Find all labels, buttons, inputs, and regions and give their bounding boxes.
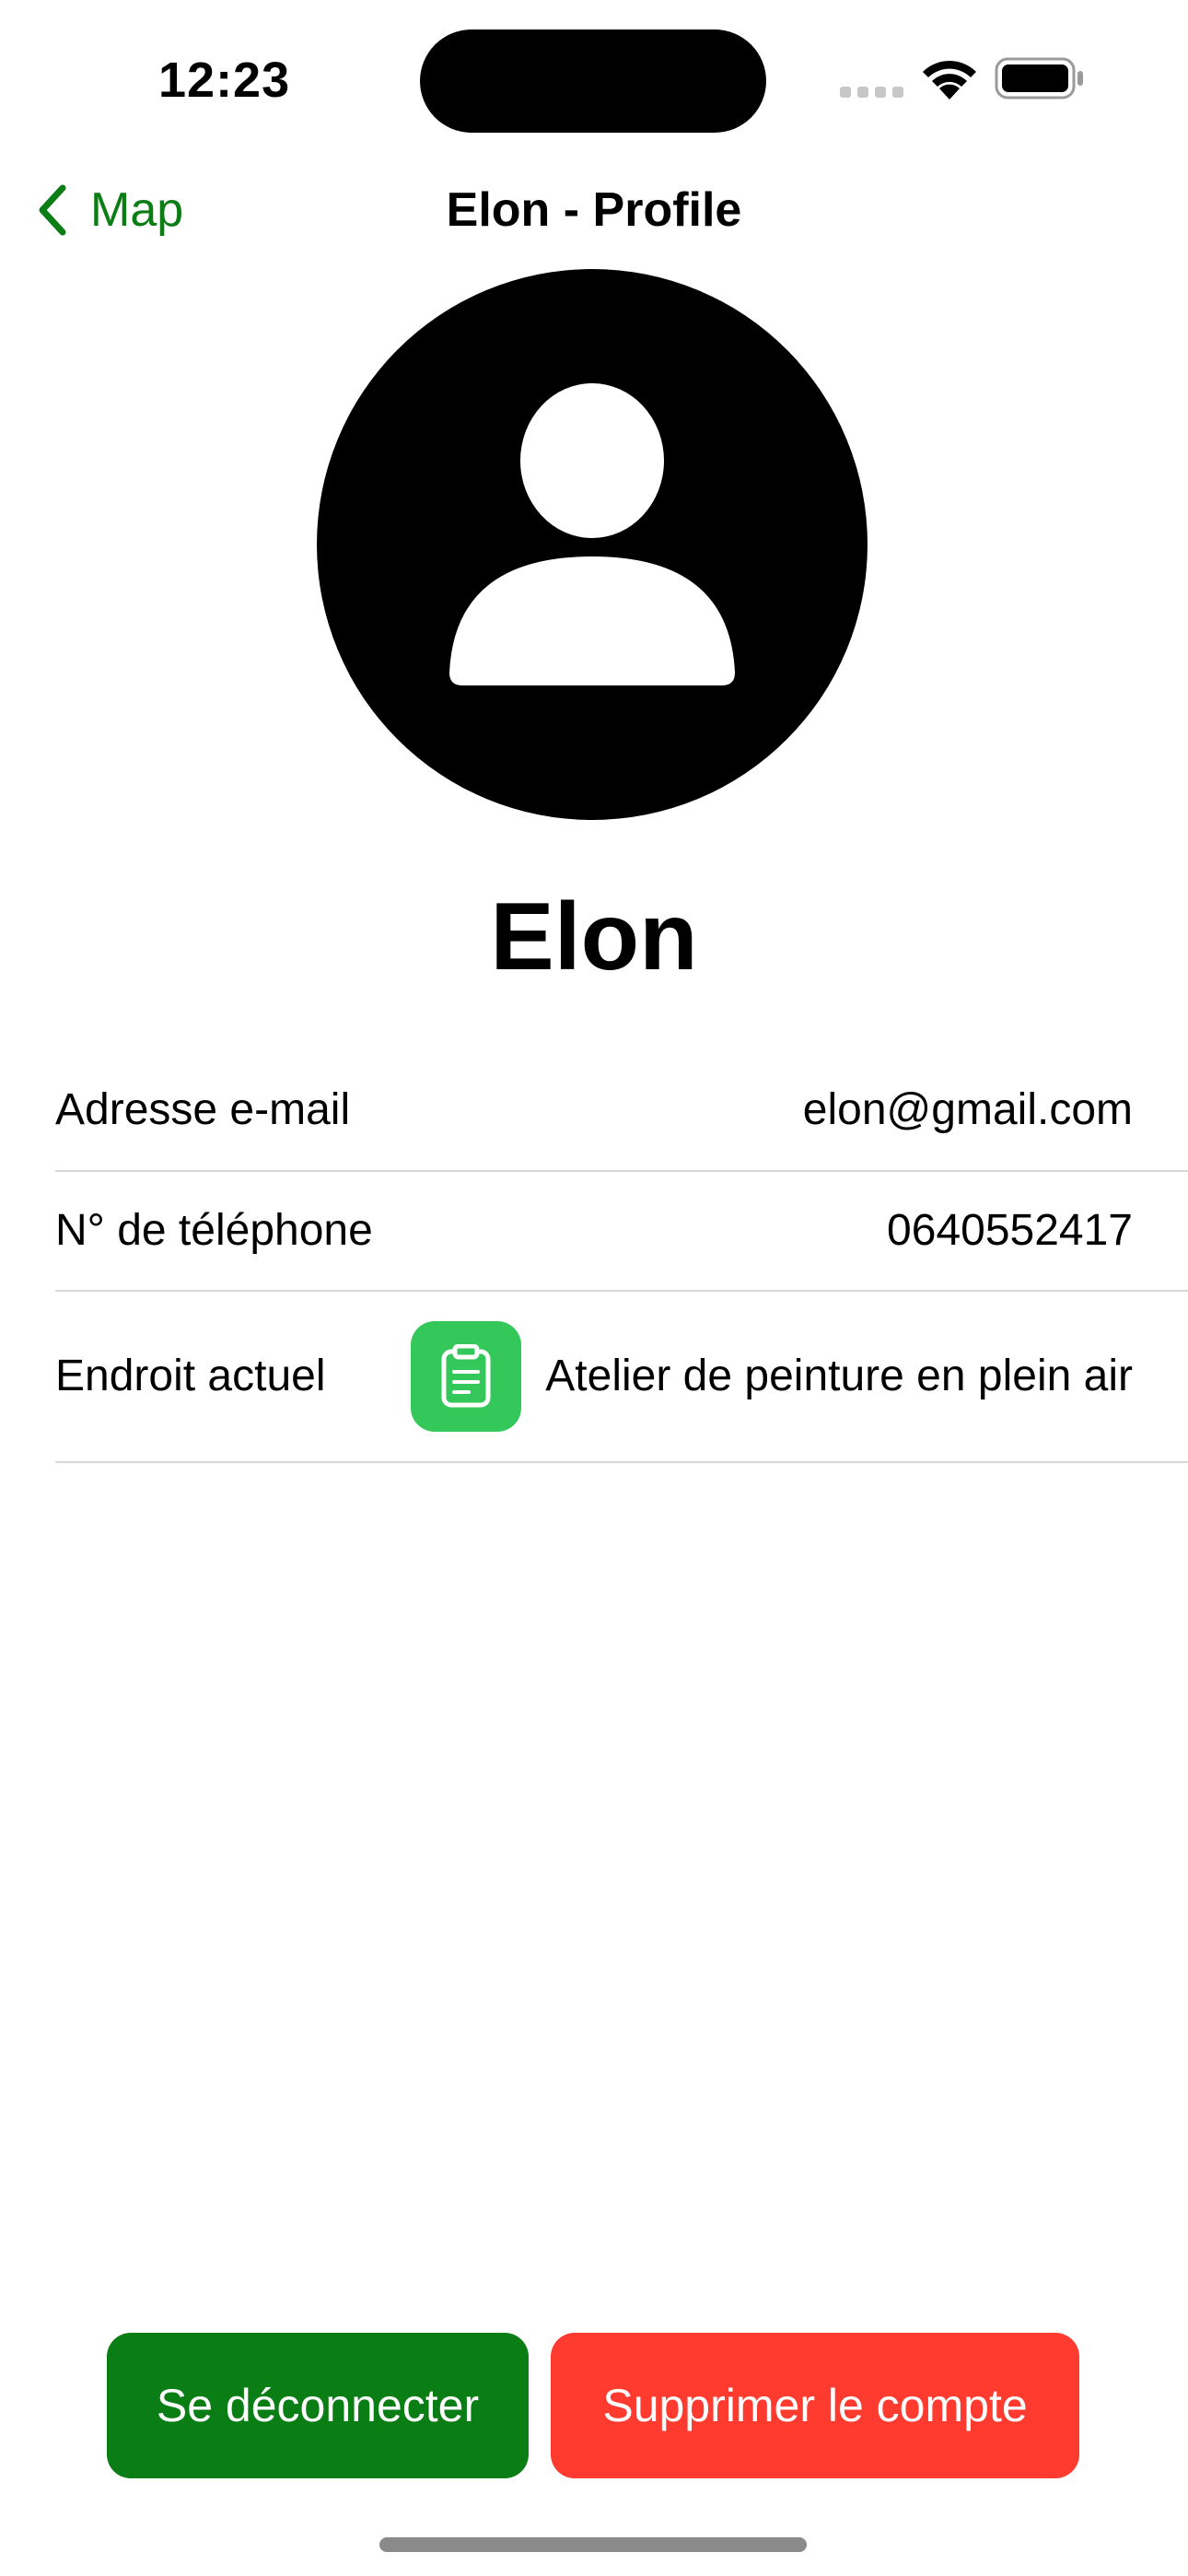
location-row[interactable]: Endroit actuel Atelier de peinture en pl… [55, 1292, 1188, 1463]
profile-info-list: Adresse e-mail elon@gmail.com N° de télé… [55, 1050, 1188, 1463]
page-title: Elon - Profile [446, 183, 742, 237]
email-row: Adresse e-mail elon@gmail.com [55, 1050, 1188, 1172]
location-value-group: Atelier de peinture en plein air [411, 1321, 1133, 1432]
cellular-signal-icon [840, 87, 903, 98]
home-indicator[interactable] [379, 2537, 807, 2552]
profile-name: Elon [490, 884, 698, 990]
status-time: 12:23 [158, 53, 291, 108]
phone-value: 0640552417 [887, 1206, 1133, 1255]
location-value: Atelier de peinture en plein air [545, 1352, 1133, 1400]
delete-account-button[interactable]: Supprimer le compte [551, 2333, 1079, 2478]
phone-label: N° de téléphone [55, 1206, 373, 1255]
wifi-icon [923, 60, 976, 100]
phone-row: N° de téléphone 0640552417 [55, 1172, 1188, 1292]
location-label: Endroit actuel [55, 1352, 326, 1400]
logout-button[interactable]: Se déconnecter [107, 2333, 529, 2478]
battery-icon [995, 57, 1083, 100]
dynamic-island [420, 29, 766, 133]
clipboard-icon [411, 1321, 522, 1432]
email-value: elon@gmail.com [802, 1085, 1133, 1134]
email-label: Adresse e-mail [55, 1085, 351, 1134]
person-circle-icon [317, 269, 868, 820]
